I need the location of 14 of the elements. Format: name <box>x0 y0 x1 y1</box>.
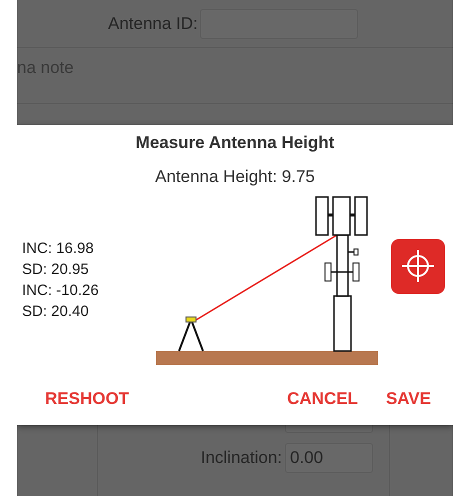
value-field[interactable]: 0.00 <box>285 443 373 473</box>
field-label: Inclination: <box>200 448 282 468</box>
dialog-title: Measure Antenna Height <box>136 133 334 153</box>
target-button[interactable] <box>391 238 445 294</box>
reading-text: SD: 20.95 <box>22 261 90 278</box>
antenna-id-label: Antenna ID: <box>108 14 198 34</box>
crosshair-icon <box>401 249 435 283</box>
reading-text: INC: -10.26 <box>22 282 100 299</box>
reading-text: SD: 20.40 <box>22 303 90 320</box>
antenna-height-text: Antenna Height: 9.75 <box>155 167 315 187</box>
reading-text: INC: 16.98 <box>22 240 95 257</box>
dialog-action-button[interactable]: CANCEL <box>287 387 358 411</box>
dialog-action-button[interactable]: SAVE <box>386 387 431 411</box>
dialog-action-button[interactable]: RESHOOT <box>45 387 130 411</box>
